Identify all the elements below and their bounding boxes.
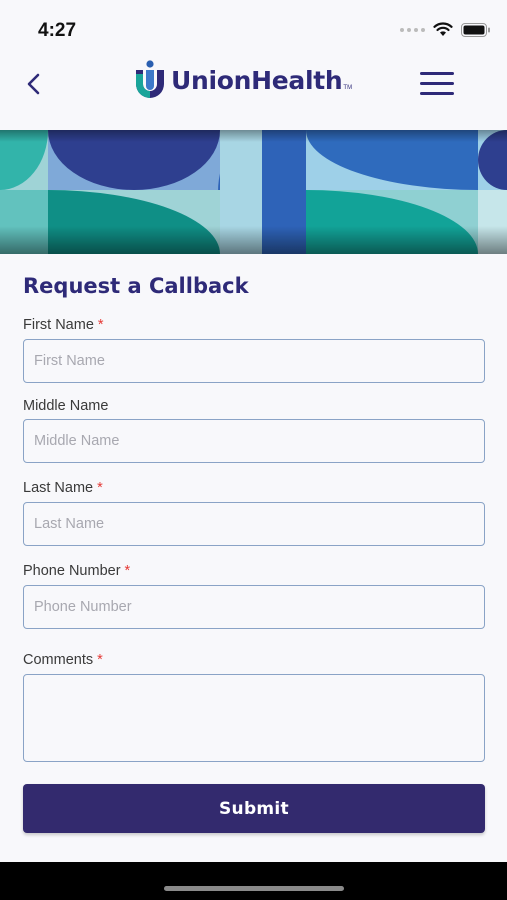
back-button[interactable] [22, 70, 46, 98]
form-title: Request a Callback [23, 274, 249, 298]
app-header: UnionHealth TM [0, 52, 507, 130]
status-icons [400, 22, 491, 37]
status-time: 4:27 [38, 20, 77, 41]
phone-number-input[interactable] [23, 585, 485, 629]
logo-mark-icon [136, 60, 164, 98]
phone-number-label: Phone Number * [23, 563, 131, 579]
status-bar: 4:27 [0, 0, 507, 52]
battery-icon [461, 22, 490, 37]
last-name-input[interactable] [23, 502, 485, 546]
brand-name: UnionHealth [171, 65, 343, 95]
decorative-banner [0, 130, 507, 254]
trademark-mark: TM [343, 85, 353, 91]
comments-label: Comments * [23, 652, 103, 668]
required-marker: * [97, 480, 103, 496]
middle-name-input[interactable] [23, 419, 485, 463]
middle-name-label: Middle Name [23, 398, 109, 414]
chevron-left-icon [27, 73, 40, 95]
hamburger-menu-button[interactable] [420, 72, 454, 96]
banner-pattern-image [0, 130, 507, 254]
first-name-label: First Name * [23, 317, 104, 333]
first-name-input[interactable] [23, 339, 485, 383]
home-indicator[interactable] [164, 886, 344, 891]
comments-textarea[interactable] [23, 674, 485, 762]
home-indicator-area [0, 862, 507, 900]
wifi-icon [433, 22, 453, 36]
required-marker: * [124, 563, 131, 579]
required-marker: * [97, 317, 104, 333]
required-marker: * [97, 652, 103, 668]
last-name-label: Last Name * [23, 480, 103, 496]
union-health-logo: UnionHealth TM [133, 60, 352, 100]
hamburger-menu-icon [420, 72, 454, 95]
submit-button[interactable]: Submit [23, 784, 485, 833]
signal-icon [400, 27, 425, 32]
